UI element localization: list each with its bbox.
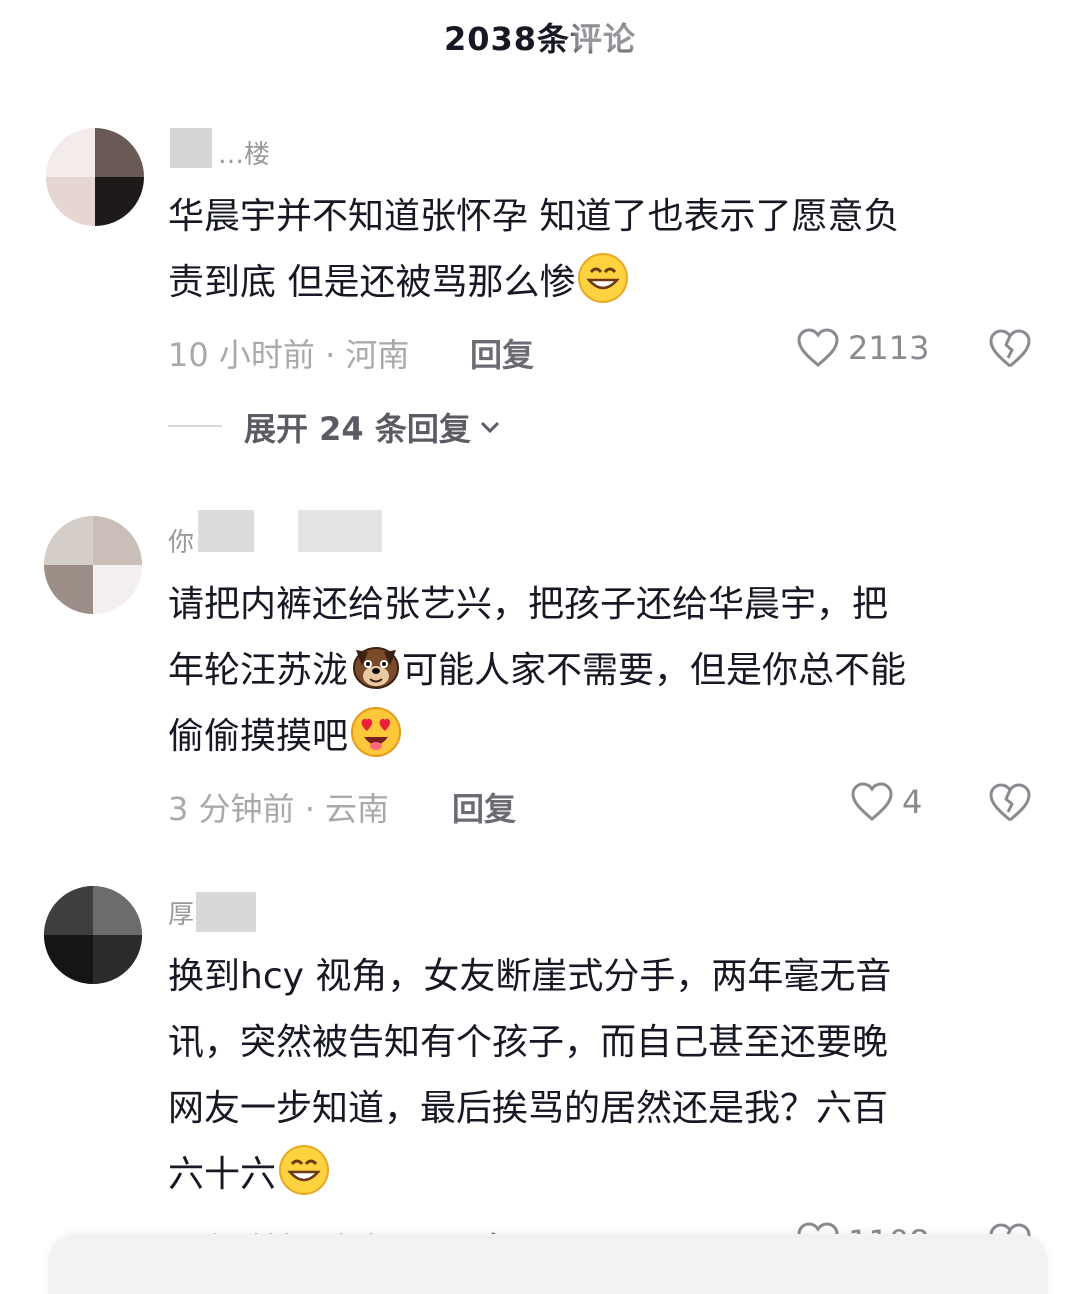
username-mosaic	[196, 892, 256, 932]
like-count: 2113	[848, 329, 930, 367]
heart-outline-icon	[851, 782, 893, 821]
comment-line: 讯，突然被告知有个孩子，而自己甚至还要晚	[168, 1022, 889, 1063]
comment-text: 换到hcy 视角，女友断崖式分手，两年毫无音 讯，突然被告知有个孩子，而自己甚至…	[168, 944, 1038, 1208]
comment-line: 网友一步知道，最后挨骂的居然还是我？六百	[168, 1088, 889, 1129]
comment-line: 六十六	[168, 1154, 277, 1195]
comment-time-location: 3 分钟前 · 云南	[168, 790, 390, 828]
expand-divider	[168, 425, 222, 427]
comment-text: 请把内裤还给张艺兴，把孩子还给华晨宇，把 年轮汪苏泷 可能人家不需要，但是你总不…	[168, 572, 1038, 770]
title-blur-mask	[572, 20, 642, 54]
comment-line: 换到hcy 视角，女友断崖式分手，两年毫无音	[168, 956, 892, 997]
comment-line: 偷偷摸摸吧	[168, 716, 349, 757]
heart-eyes-face-icon	[351, 707, 402, 757]
comment-line: 责到底 但是还被骂那么惨	[168, 262, 576, 303]
comment-line: 可能人家不需要，但是你总不能	[402, 650, 907, 691]
comment-time-location: 10 小时前 · 河南	[168, 336, 410, 374]
reply-button[interactable]: 回复	[452, 784, 516, 830]
username-mosaic	[170, 128, 212, 168]
expand-replies-label: 展开 24 条回复	[244, 410, 471, 448]
like-button[interactable]: 4	[850, 782, 922, 822]
dislike-broken-heart-icon[interactable]	[988, 782, 1032, 824]
dog-face-icon	[353, 647, 400, 689]
avatar[interactable]	[46, 128, 144, 226]
like-count: 4	[902, 783, 923, 821]
chevron-down-icon	[480, 421, 499, 434]
avatar[interactable]	[44, 886, 142, 984]
username-mosaic	[198, 510, 254, 552]
avatar[interactable]	[44, 516, 142, 614]
comment-text: 华晨宇并不知道张怀孕 知道了也表示了愿意负 责到底 但是还被骂那么惨	[168, 184, 1038, 316]
comment-line: 年轮汪苏泷	[168, 650, 349, 691]
comment-line: 请把内裤还给张艺兴，把孩子还给华晨宇，把	[168, 584, 889, 625]
comments-count-title: 2038条评论	[443, 20, 637, 58]
like-button[interactable]: 2113	[796, 328, 929, 368]
comment-input-bar[interactable]	[48, 1234, 1048, 1294]
comment-line: 华晨宇并不知道张怀孕 知道了也表示了愿意负	[168, 196, 900, 237]
username[interactable]: 你	[168, 522, 194, 559]
reply-button[interactable]: 回复	[470, 330, 534, 376]
expand-replies-button[interactable]: 展开 24 条回复	[244, 404, 501, 450]
username[interactable]: 厚	[168, 894, 194, 931]
grinning-face-icon	[279, 1145, 330, 1195]
username-mosaic	[298, 510, 382, 552]
grinning-face-icon	[578, 253, 629, 303]
heart-outline-icon	[797, 328, 839, 367]
dislike-broken-heart-icon[interactable]	[988, 328, 1032, 370]
username[interactable]: …楼	[218, 134, 270, 171]
